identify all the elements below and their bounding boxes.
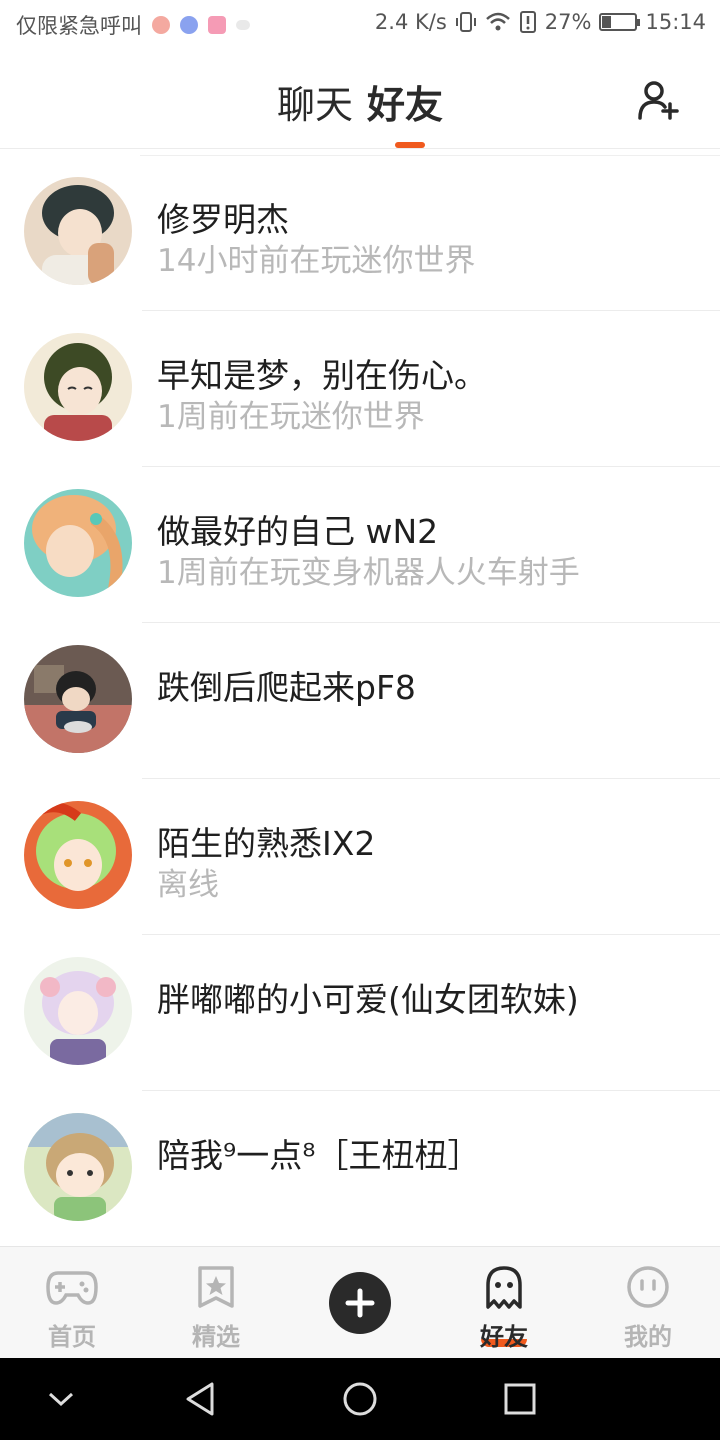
avatar [24,333,132,441]
back-triangle-icon[interactable] [180,1378,222,1420]
friend-status: 离线 [157,867,219,903]
battery-percent: 27% [544,10,592,34]
avatar [24,489,132,597]
tab-chat[interactable]: 聊天 [277,74,353,129]
system-nav-bar [0,1358,720,1440]
friend-name: 跌倒后爬起来pF8 [157,668,416,707]
friend-item[interactable]: 修罗明杰 14小时前在玩迷你世界 [0,155,720,311]
status-left: 仅限紧急呼叫 [16,10,250,40]
battery-charging-icon [599,13,641,31]
avatar [24,801,132,909]
avatar [24,1113,132,1221]
gamepad-icon [46,1271,98,1305]
friend-item[interactable]: 做最好的自己 wN2 1周前在玩变身机器人火车射手 [0,467,720,623]
smiley-icon [627,1266,669,1308]
friend-item[interactable]: 早知是梦，别在伤心。 1周前在玩迷你世界 [0,311,720,467]
star-bookmark-icon [198,1266,234,1308]
friend-item[interactable]: 陌生的熟悉IX2 离线 [0,779,720,935]
friend-item[interactable]: 陪我⁹一点⁸［王杻杻］ [0,1091,720,1245]
carrier-text: 仅限紧急呼叫 [16,14,142,38]
avatar [24,645,132,753]
friend-name: 陪我⁹一点⁸［王杻杻］ [157,1136,481,1175]
nav-featured[interactable]: 精选 [144,1247,288,1359]
friend-status: 1周前在玩迷你世界 [157,399,425,435]
status-right: 2.4 K/s 27% 15:14 [375,10,706,34]
friend-name: 做最好的自己 wN2 [157,512,439,551]
nav-me[interactable]: 我的 [576,1247,720,1359]
header: 聊天 好友 [0,50,720,149]
friend-item[interactable]: 跌倒后爬起来pF8 [0,623,720,779]
home-circle-icon[interactable] [339,1378,381,1420]
friend-list: 修罗明杰 14小时前在玩迷你世界 早知是梦，别在伤心。 1周前在玩迷你世界 做最… [0,155,720,1245]
recents-square-icon[interactable] [499,1378,541,1420]
tab-friends[interactable]: 好友 [367,74,443,129]
battery-fill [602,16,612,28]
weibo-icon [152,16,170,34]
clock: 15:14 [645,10,706,34]
nav-home-label: 首页 [48,1323,96,1351]
friend-name: 修罗明杰 [157,200,289,239]
app-store-icon [208,16,226,34]
create-button[interactable] [329,1272,391,1334]
nav-friends-label: 好友 [480,1323,528,1351]
add-user-icon[interactable] [636,78,680,122]
nav-home[interactable]: 首页 [0,1247,144,1359]
friend-status: 14小时前在玩迷你世界 [157,243,476,279]
friend-name: 早知是梦，别在伤心。 [157,356,487,395]
signal-alert-icon [519,11,536,33]
chevron-down-icon[interactable] [40,1378,82,1420]
music-icon [180,16,198,34]
tab-bar: 聊天 好友 [0,74,720,129]
tab-indicator [395,142,425,148]
bottom-nav: 首页 精选 好友 我的 [0,1246,720,1358]
nav-featured-label: 精选 [192,1323,240,1351]
network-speed: 2.4 K/s [374,10,447,34]
plus-icon [345,1288,375,1318]
nav-friends[interactable]: 好友 [432,1247,576,1359]
avatar [24,957,132,1065]
vibrate-icon [455,12,476,32]
nav-me-label: 我的 [624,1323,672,1351]
friend-name: 胖嘟嘟的小可爱(仙女团软妹) [157,980,579,1019]
friend-status: 1周前在玩变身机器人火车射手 [157,555,580,591]
friend-item[interactable]: 胖嘟嘟的小可爱(仙女团软妹) [0,935,720,1091]
status-bar: 仅限紧急呼叫 2.4 K/s 27% 15:14 [0,0,720,50]
friend-name: 陌生的熟悉IX2 [157,824,376,863]
wifi-icon [485,12,510,31]
ghost-icon [486,1266,522,1309]
avatar [24,177,132,285]
cloud-icon [236,20,250,30]
